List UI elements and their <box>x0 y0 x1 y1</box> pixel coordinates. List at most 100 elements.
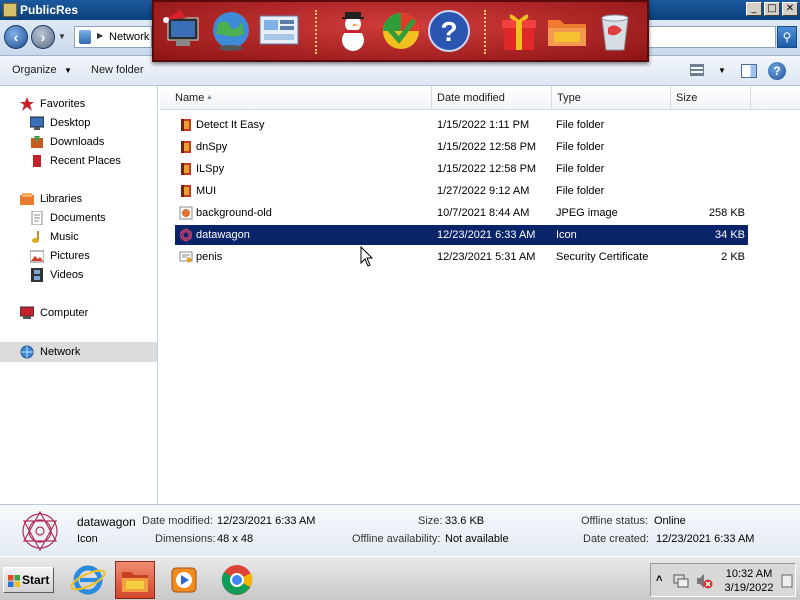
folder-icon <box>179 184 193 198</box>
clock[interactable]: 10:32 AM 3/19/2022 <box>721 567 777 595</box>
taskbar: Start ˄ 10:32 AM 3/19/2022 <box>0 556 800 600</box>
folder-icon <box>179 140 193 154</box>
new-folder-button[interactable]: New folder <box>91 64 144 76</box>
svg-text:?: ? <box>440 16 457 47</box>
recycle-bin-icon[interactable] <box>592 8 638 54</box>
column-header-type[interactable]: Type <box>552 86 671 110</box>
file-name: ILSpy <box>196 163 225 175</box>
close-button[interactable]: ✕ <box>782 2 798 16</box>
nav-computer-label: Computer <box>40 307 89 319</box>
table-row[interactable]: background-old 10/7/2021 8:44 AM JPEG imag… <box>175 203 748 223</box>
column-header-date[interactable]: Date modified <box>432 86 552 110</box>
file-name: penis <box>196 251 223 263</box>
start-button[interactable]: Start <box>3 567 54 593</box>
column-header-name[interactable]: Name ▲ <box>160 86 432 110</box>
film-strip-icon <box>31 268 43 282</box>
file-name: dnSpy <box>196 141 228 153</box>
folder-icon[interactable] <box>544 8 590 54</box>
dock-separator <box>484 10 486 54</box>
search-input[interactable] <box>646 26 776 48</box>
mouse-cursor-icon <box>360 246 374 267</box>
file-type: File folder <box>556 185 605 197</box>
network-status-icon[interactable] <box>673 573 689 589</box>
details-filename: datawagon <box>77 515 136 529</box>
desktop-icon <box>30 116 44 130</box>
forward-button[interactable]: › <box>31 25 55 49</box>
minimize-button[interactable]: _ <box>746 2 762 16</box>
help-icon[interactable]: ? <box>768 62 786 80</box>
show-hidden-icons-icon[interactable]: ˄ <box>656 573 662 585</box>
clock-time: 10:32 AM <box>725 568 773 580</box>
internet-explorer-icon[interactable] <box>68 561 108 599</box>
file-name: Detect It Easy <box>196 119 265 131</box>
file-date-modified: 1/15/2022 12:58 PM <box>437 163 537 175</box>
file-date-modified: 1/15/2022 12:58 PM <box>437 141 537 153</box>
table-row[interactable]: Detect It Easy 1/15/2022 1:11 PM File fold… <box>175 115 748 135</box>
window-controls: _ □ ✕ <box>746 2 798 16</box>
media-player-icon[interactable] <box>164 561 204 599</box>
globe-icon[interactable] <box>208 8 254 54</box>
details-offline-availability: Not available <box>445 533 509 545</box>
documents-icon <box>31 211 43 225</box>
downloads-icon <box>31 136 43 148</box>
table-row[interactable]: datawagon 12/23/2021 6:33 AM Icon 34 KB <box>175 225 748 245</box>
taskbar-explorer-button[interactable] <box>115 561 155 599</box>
gift-box-icon[interactable] <box>496 8 542 54</box>
address-field[interactable]: ▶ Network <box>74 26 152 48</box>
column-header-filler <box>751 86 800 110</box>
change-view-icon[interactable] <box>690 64 704 76</box>
table-row[interactable]: ILSpy 1/15/2022 12:58 PM File folder <box>175 159 748 179</box>
pictures-icon <box>30 250 44 263</box>
snowman-icon[interactable] <box>330 8 376 54</box>
christmas-computer-icon[interactable] <box>162 8 208 54</box>
details-date-modified: 12/23/2021 6:33 AM <box>217 515 316 527</box>
help-center-icon[interactable]: ? <box>426 8 472 54</box>
back-button[interactable]: ‹ <box>4 25 28 49</box>
table-row[interactable]: dnSpy 1/15/2022 12:58 PM File folder <box>175 137 748 157</box>
window-title: PublicRes <box>20 3 79 17</box>
file-type: Icon <box>556 229 577 241</box>
volume-muted-icon[interactable] <box>695 573 713 589</box>
file-size: 2 KB <box>721 251 745 263</box>
details-offline-availability-label: Offline availability: <box>352 533 441 545</box>
organize-button[interactable]: Organize <box>12 64 57 76</box>
preview-pane-icon[interactable] <box>741 64 757 78</box>
certificate-icon <box>179 250 193 264</box>
nav-desktop-label: Desktop <box>50 117 91 129</box>
table-row[interactable]: penis 12/23/2021 5:31 AM Security Certific… <box>175 247 748 267</box>
file-date-modified: 10/7/2021 8:44 AM <box>437 207 530 219</box>
clock-date: 3/19/2022 <box>724 582 774 594</box>
nav-downloads-label: Downloads <box>50 136 105 148</box>
explorer-folder-icon <box>122 572 148 592</box>
breadcrumb-arrow-icon[interactable]: ▶ <box>97 31 103 40</box>
view-options-dropdown-icon[interactable]: ▼ <box>718 66 726 75</box>
show-desktop-icon[interactable] <box>781 573 793 589</box>
organize-dropdown-icon[interactable]: ▼ <box>64 66 72 75</box>
datawagon-preview-icon <box>22 510 58 552</box>
control-panel-icon[interactable] <box>256 8 302 54</box>
details-pane: datawagon Icon Date modified: 12/23/2021… <box>0 504 800 556</box>
network-globe-icon <box>20 345 34 359</box>
window-app-icon[interactable] <box>3 3 17 17</box>
nav-music-label: Music <box>50 231 79 243</box>
maximize-button[interactable]: □ <box>764 2 780 16</box>
star-icon <box>20 97 34 111</box>
chrome-icon[interactable] <box>217 561 257 599</box>
file-date-modified: 1/15/2022 1:11 PM <box>437 119 530 131</box>
file-list: Name ▲ Date modified Type Size Detect It… <box>160 86 800 504</box>
breadcrumb-network[interactable]: Network <box>109 31 149 43</box>
start-label: Start <box>22 573 50 587</box>
table-row[interactable]: MUI 1/27/2022 9:12 AM File folder <box>175 181 748 201</box>
search-icon[interactable]: ⚲ <box>777 26 797 48</box>
image-file-icon <box>179 206 193 220</box>
column-header-size[interactable]: Size <box>671 86 751 110</box>
file-type: File folder <box>556 119 605 131</box>
windows-update-icon[interactable] <box>378 8 424 54</box>
recent-pages-dropdown-icon[interactable]: ▼ <box>58 32 66 41</box>
nav-network-label: Network <box>40 346 81 358</box>
details-offline-status-label: Offline status: <box>581 515 649 527</box>
navigation-pane: Favorites Desktop Downloads Recent Place… <box>0 86 158 504</box>
libraries-icon <box>20 193 34 205</box>
folder-icon <box>179 162 193 176</box>
file-name: background-old <box>196 207 272 219</box>
